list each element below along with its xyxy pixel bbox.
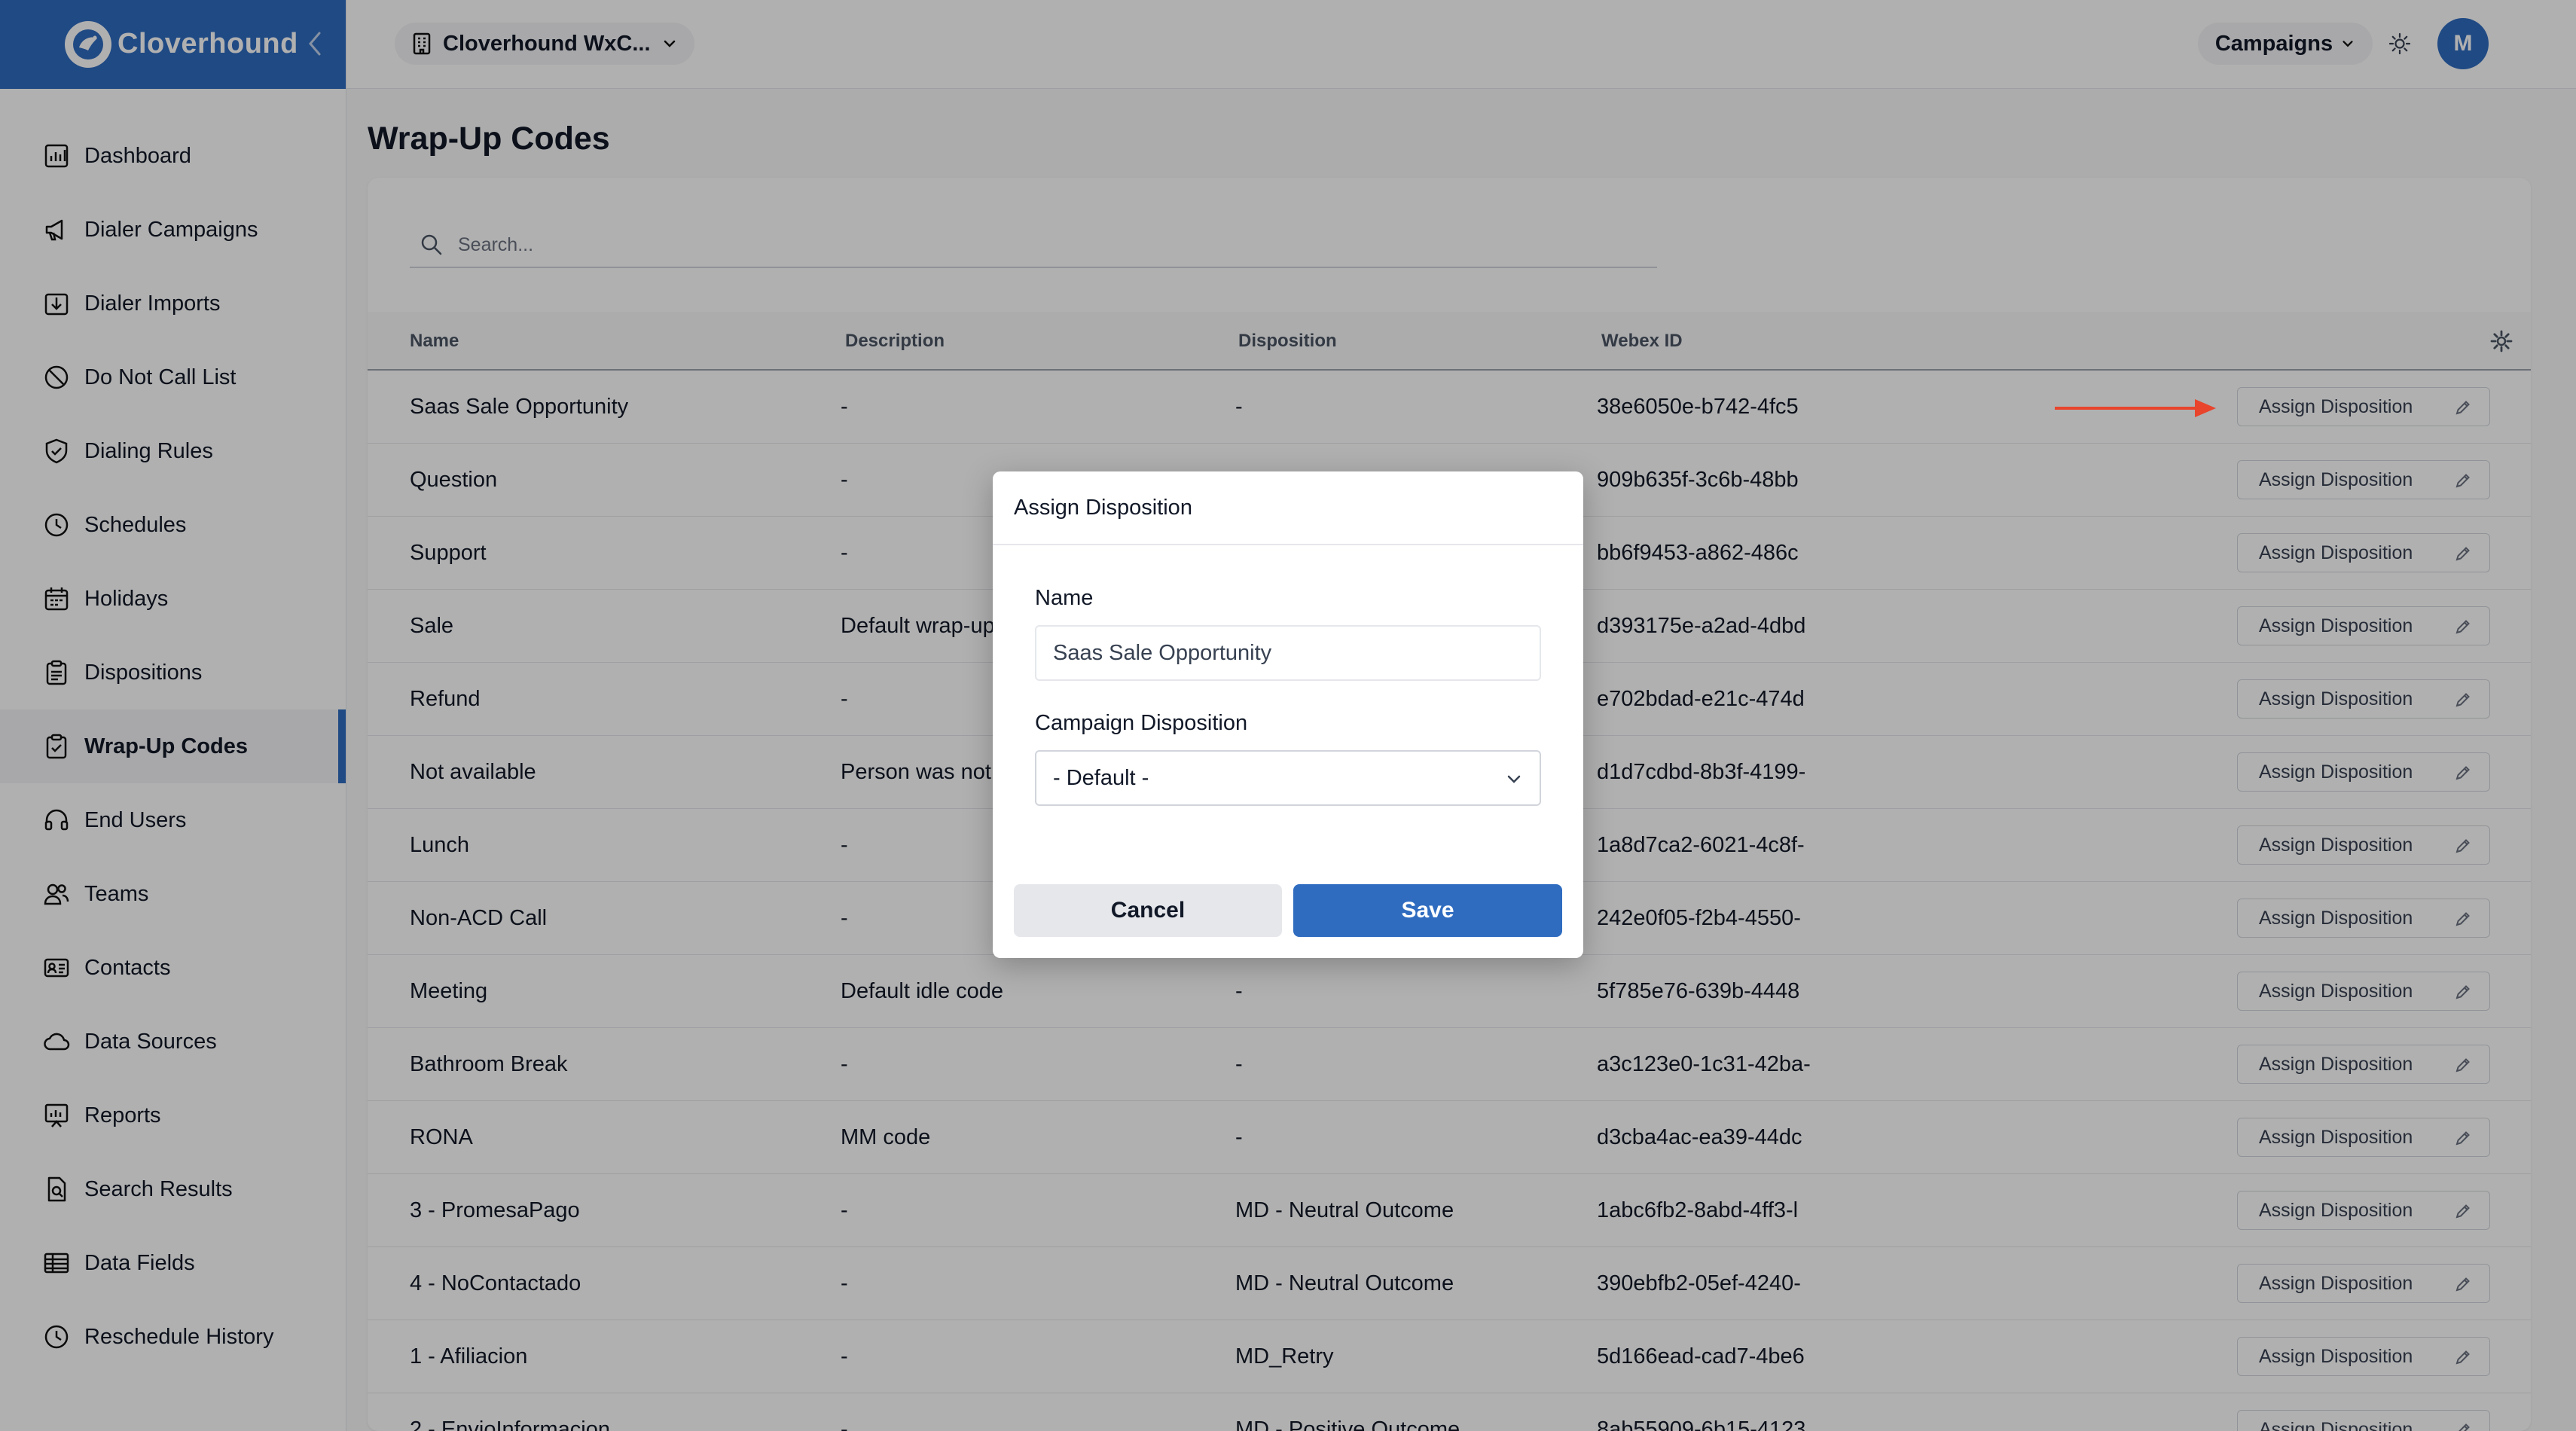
annotation-arrow bbox=[2055, 399, 2216, 417]
cancel-button[interactable]: Cancel bbox=[1014, 884, 1282, 937]
campaign-disposition-value: - Default - bbox=[1053, 765, 1149, 790]
name-field[interactable] bbox=[1035, 625, 1541, 681]
campaign-disposition-label: Campaign Disposition bbox=[1035, 711, 1248, 735]
modal-title: Assign Disposition bbox=[993, 471, 1583, 545]
campaign-disposition-select[interactable]: - Default - bbox=[1035, 750, 1541, 806]
assign-disposition-modal: Assign Disposition Name Campaign Disposi… bbox=[993, 471, 1583, 958]
name-field-label: Name bbox=[1035, 586, 1094, 610]
chevron-down-icon bbox=[1507, 775, 1521, 783]
save-button[interactable]: Save bbox=[1293, 884, 1562, 937]
